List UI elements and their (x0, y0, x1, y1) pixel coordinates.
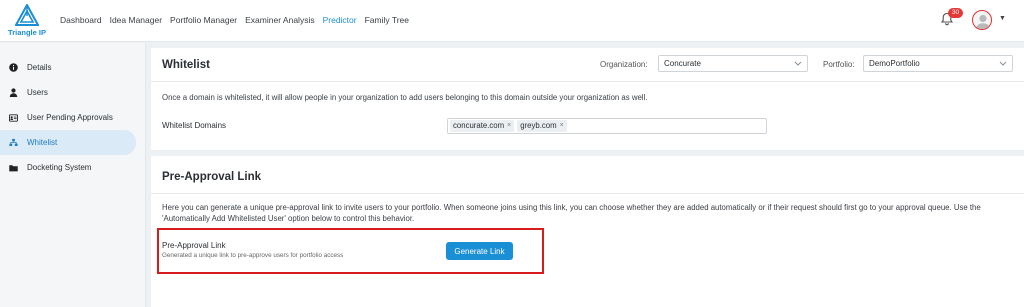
sidebar-item-label: User Pending Approvals (27, 113, 113, 122)
sidebar-item-label: Details (27, 63, 52, 72)
pre-approval-description-line-2: 'Automatically Add Whitelisted User' opt… (162, 214, 415, 223)
whitelist-panel: Whitelist Organization: Concurate Portfo… (151, 48, 1024, 150)
domain-tag-text: greyb.com (520, 121, 557, 130)
sidebar-item-docketing-system[interactable]: Docketing System (0, 155, 136, 180)
pre-approval-link-sublabel: Generated a unique link to pre-approve u… (162, 252, 344, 259)
panel-title: Whitelist (162, 59, 210, 71)
user-silhouette-icon (975, 14, 991, 29)
nav-dashboard[interactable]: Dashboard (60, 15, 102, 25)
triangle-logo-icon (15, 4, 39, 26)
portfolio-label: Portfolio: (823, 60, 855, 69)
domain-tag: greyb.com × (517, 120, 567, 132)
whitelist-domains-input[interactable]: concurate.com × greyb.com × (447, 118, 767, 134)
organization-label: Organization: (600, 60, 648, 69)
main-nav: Dashboard Idea Manager Portfolio Manager… (60, 15, 417, 25)
domain-tag: concurate.com × (450, 120, 515, 132)
remove-tag-icon[interactable]: × (507, 120, 511, 132)
folder-icon (9, 163, 18, 172)
whitelist-description: Once a domain is whitelisted, it will al… (162, 93, 648, 102)
notification-count-badge: 30 (948, 8, 963, 18)
chevron-down-icon (794, 56, 802, 77)
sidebar-item-label: Users (27, 88, 48, 97)
domain-tag-text: concurate.com (453, 121, 505, 130)
sidebar-item-user-pending-approvals[interactable]: User Pending Approvals (0, 105, 136, 130)
remove-tag-icon[interactable]: × (560, 120, 564, 132)
user-avatar[interactable] (972, 10, 992, 30)
divider (151, 193, 1024, 194)
user-icon (9, 88, 18, 97)
whitelist-domains-label: Whitelist Domains (162, 121, 227, 130)
nav-predictor[interactable]: Predictor (323, 15, 357, 25)
sidebar-item-label: Whitelist (27, 138, 58, 147)
chevron-down-icon[interactable]: ▼ (999, 15, 1006, 22)
nav-family-tree[interactable]: Family Tree (365, 15, 409, 25)
generate-link-button[interactable]: Generate Link (446, 242, 513, 260)
network-icon (9, 138, 18, 147)
pre-approval-panel: Pre-Approval Link Here you can generate … (151, 156, 1024, 307)
chevron-down-icon (999, 56, 1007, 77)
portfolio-select-value: DemoPortfolio (869, 59, 920, 68)
sidebar-item-details[interactable]: Details (0, 55, 136, 80)
divider (151, 81, 1024, 82)
organization-select-value: Concurate (664, 59, 701, 68)
pre-approval-description-line-1: Here you can generate a unique pre-appro… (162, 203, 981, 212)
settings-sidebar: Details Users User Pending Approvals Whi… (0, 43, 146, 307)
id-card-icon (9, 113, 18, 122)
nav-examiner-analysis[interactable]: Examiner Analysis (245, 15, 314, 25)
pre-approval-link-label: Pre-Approval Link (162, 241, 226, 250)
sidebar-item-users[interactable]: Users (0, 80, 136, 105)
organization-select[interactable]: Concurate (658, 55, 808, 72)
nav-portfolio-manager[interactable]: Portfolio Manager (170, 15, 237, 25)
sidebar-item-whitelist[interactable]: Whitelist (0, 130, 136, 155)
panel-title: Pre-Approval Link (162, 171, 262, 183)
triangle-ip-logo[interactable]: Triangle IP (6, 4, 48, 38)
logo-text: Triangle IP (8, 28, 46, 37)
portfolio-select[interactable]: DemoPortfolio (863, 55, 1013, 72)
info-icon (9, 63, 18, 72)
top-navbar: Triangle IP Dashboard Idea Manager Portf… (0, 0, 1024, 42)
nav-idea-manager[interactable]: Idea Manager (110, 15, 162, 25)
sidebar-item-label: Docketing System (27, 163, 92, 172)
